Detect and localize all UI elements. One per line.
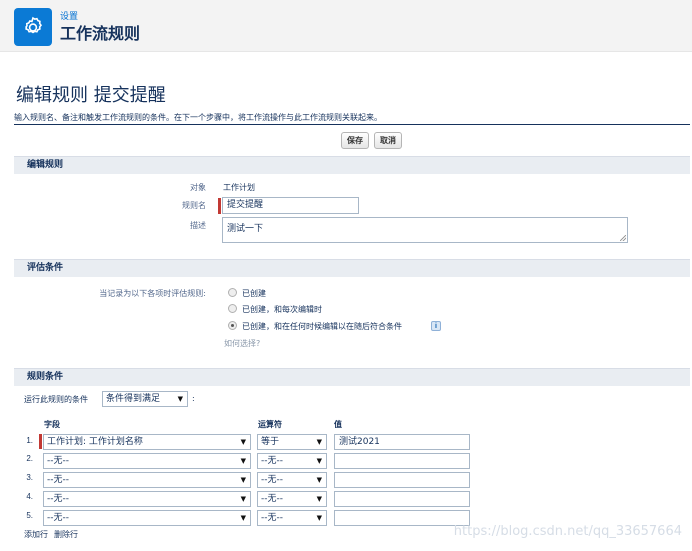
option-created-every-edit-label: 已创建，和每次编辑时 xyxy=(242,305,322,314)
dropdown-arrow-icon: ▼ xyxy=(240,495,246,503)
section-rule-criteria: 规则条件 xyxy=(14,368,690,386)
dropdown-arrow-icon: ▼ xyxy=(316,438,322,446)
required-indicator xyxy=(218,198,221,214)
criteria-operator-select[interactable]: --无-- ▼ xyxy=(257,510,327,526)
criteria-operator-select[interactable]: --无-- ▼ xyxy=(257,472,327,488)
criteria-value-input[interactable] xyxy=(334,491,470,507)
dropdown-arrow-icon: ▼ xyxy=(316,476,322,484)
criteria-operator-value: --无-- xyxy=(261,513,283,523)
criteria-field-select[interactable]: --无-- ▼ xyxy=(43,453,251,469)
criteria-operator-value: --无-- xyxy=(261,456,283,466)
page-title: 工作流规则 xyxy=(60,24,141,43)
criteria-operator-select[interactable]: --无-- ▼ xyxy=(257,491,327,507)
criteria-value-input[interactable] xyxy=(334,472,470,488)
rule-name-input[interactable]: 提交提醒 xyxy=(222,197,359,214)
row-number: 5. xyxy=(26,511,33,520)
criteria-operator-value: 等于 xyxy=(261,437,280,447)
radio-created-and-every-edit[interactable] xyxy=(228,304,237,313)
edit-heading: 编辑规则 提交提醒 xyxy=(16,85,166,106)
criteria-operator-select[interactable]: --无-- ▼ xyxy=(257,453,327,469)
delete-row-link[interactable]: 删除行 xyxy=(54,529,78,540)
setup-header: 设置 工作流规则 xyxy=(0,0,692,52)
dropdown-arrow-icon: ▼ xyxy=(240,514,246,522)
criteria-value-input[interactable] xyxy=(334,453,470,469)
criteria-field-value: --无-- xyxy=(47,513,69,523)
rule-name-label: 规则名 xyxy=(182,201,206,210)
criteria-field-select[interactable]: 工作计划: 工作计划名称 ▼ xyxy=(43,434,251,450)
gear-icon xyxy=(25,16,43,34)
section-evaluation: 评估条件 xyxy=(14,259,690,277)
criteria-field-value: --无-- xyxy=(47,456,69,466)
row-number: 2. xyxy=(26,454,33,463)
criteria-operator-value: --无-- xyxy=(261,475,283,485)
resize-handle-icon[interactable] xyxy=(620,235,626,241)
run-rule-label: 运行此规则的条件 xyxy=(24,395,88,404)
criteria-field-value: --无-- xyxy=(47,475,69,485)
criteria-field-value: --无-- xyxy=(47,494,69,504)
dropdown-arrow-icon: ▼ xyxy=(240,457,246,465)
radio-created[interactable] xyxy=(228,288,237,297)
criteria-operator-select[interactable]: 等于 ▼ xyxy=(257,434,327,450)
row-number: 3. xyxy=(26,473,33,482)
dropdown-arrow-icon: ▼ xyxy=(240,438,246,446)
section-edit-rule: 编辑规则 xyxy=(14,156,690,174)
dropdown-arrow-icon: ▼ xyxy=(316,514,322,522)
criteria-field-value: 工作计划: 工作计划名称 xyxy=(47,437,143,447)
cancel-button[interactable]: 取消 xyxy=(374,132,402,149)
description-text: 测试一下 xyxy=(227,224,264,234)
radio-created-and-subsequently-meet[interactable] xyxy=(228,321,237,330)
option-created-label: 已创建 xyxy=(242,289,266,298)
column-field: 字段 xyxy=(44,420,60,429)
add-row-link[interactable]: 添加行 xyxy=(24,529,48,540)
object-label: 对象 xyxy=(190,183,206,192)
column-operator: 运算符 xyxy=(258,420,282,429)
dropdown-arrow-icon: ▼ xyxy=(316,457,322,465)
help-link[interactable]: 如何选择? xyxy=(224,338,260,349)
evaluation-prompt: 当记录为以下各项时评估规则: xyxy=(99,289,206,298)
criteria-field-select[interactable]: --无-- ▼ xyxy=(43,510,251,526)
criteria-value-input[interactable]: 测试2021 xyxy=(334,434,470,450)
object-value: 工作计划 xyxy=(223,183,255,192)
row-number: 4. xyxy=(26,492,33,501)
watermark: https://blog.csdn.net/qq_33657664 xyxy=(453,524,682,539)
row-number: 1. xyxy=(26,436,33,445)
instructions-text: 输入规则名、备注和触发工作流规则的条件。在下一个步骤中，将工作流操作与此工作流规… xyxy=(14,112,690,125)
description-label: 描述 xyxy=(190,221,206,230)
criteria-operator-value: --无-- xyxy=(261,494,283,504)
info-icon[interactable]: i xyxy=(431,321,441,331)
criteria-value-input[interactable] xyxy=(334,510,470,526)
run-condition-select[interactable]: 条件得到满足 ▼ xyxy=(102,391,188,407)
criteria-field-select[interactable]: --无-- ▼ xyxy=(43,472,251,488)
dropdown-arrow-icon: ▼ xyxy=(177,395,183,403)
save-button[interactable]: 保存 xyxy=(341,132,369,149)
edit-rule-panel: 编辑规则 提交提醒 输入规则名、备注和触发工作流规则的条件。在下一个步骤中，将工… xyxy=(6,64,690,551)
dropdown-arrow-icon: ▼ xyxy=(240,476,246,484)
option-subsequently-meet-label: 已创建，和在任何时候编辑以在随后符合条件 xyxy=(242,322,402,331)
run-rule-colon: : xyxy=(192,394,195,403)
required-indicator xyxy=(39,434,42,449)
description-textarea[interactable]: 测试一下 xyxy=(222,217,628,243)
run-condition-value: 条件得到满足 xyxy=(106,394,161,404)
setup-icon-tile xyxy=(14,8,52,46)
dropdown-arrow-icon: ▼ xyxy=(316,495,322,503)
criteria-field-select[interactable]: --无-- ▼ xyxy=(43,491,251,507)
column-value: 值 xyxy=(334,420,342,429)
